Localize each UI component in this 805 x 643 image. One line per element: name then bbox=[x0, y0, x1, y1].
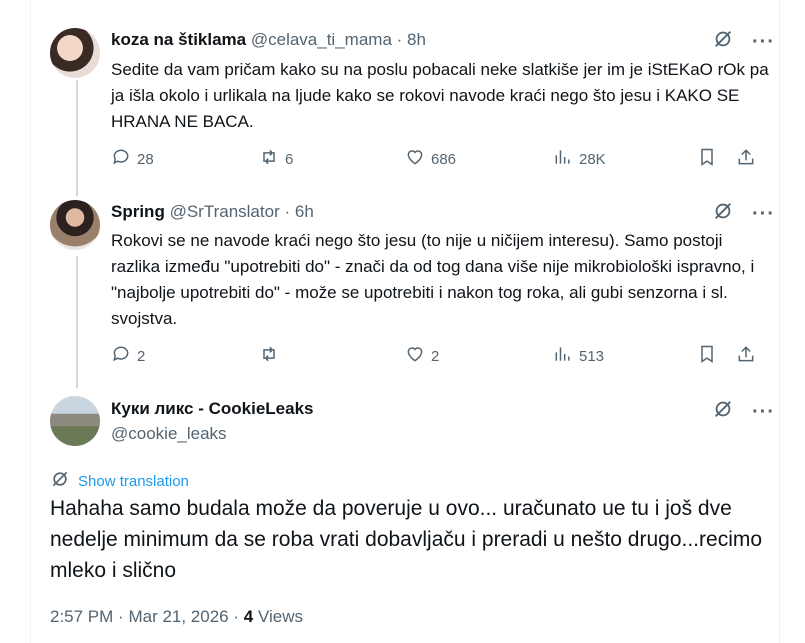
views-bars-icon bbox=[553, 344, 573, 368]
views-count: 513 bbox=[579, 347, 605, 365]
separator: · bbox=[118, 607, 124, 626]
views-button[interactable]: 513 bbox=[553, 344, 604, 368]
like-count: 686 bbox=[431, 150, 457, 168]
share-upload-icon bbox=[736, 344, 756, 368]
tweet-corner-actions: ··· bbox=[712, 200, 775, 227]
show-translation-link[interactable]: Show translation bbox=[50, 469, 189, 493]
show-translation-label: Show translation bbox=[78, 472, 189, 490]
reply-count: 2 bbox=[137, 347, 146, 365]
tweet-corner-actions: ··· bbox=[712, 28, 775, 55]
avatar[interactable] bbox=[50, 396, 100, 446]
user-handle[interactable]: @celava_ti_mama bbox=[251, 30, 392, 49]
separator: · bbox=[284, 202, 291, 221]
repost-arrows-icon bbox=[259, 147, 279, 171]
views-count: 28K bbox=[579, 150, 606, 168]
repost-button[interactable]: 6 bbox=[259, 147, 293, 171]
like-button[interactable]: 686 bbox=[405, 147, 456, 171]
share-button[interactable] bbox=[736, 147, 756, 171]
timestamp[interactable]: 8h bbox=[407, 30, 426, 49]
views-label: Views bbox=[257, 607, 304, 626]
separator: · bbox=[396, 30, 403, 49]
avatar[interactable] bbox=[50, 200, 100, 250]
translate-slash-icon bbox=[50, 469, 70, 493]
tweet-text: Rokovi se ne navode kraći nego što jesu … bbox=[111, 231, 755, 328]
like-button[interactable]: 2 bbox=[405, 344, 439, 368]
bookmark-icon bbox=[697, 147, 717, 171]
heart-icon bbox=[405, 344, 425, 368]
share-button[interactable] bbox=[736, 344, 756, 368]
views-button[interactable]: 28K bbox=[553, 147, 606, 171]
tweet-meta: 2:57 PM · Mar 21, 2026 · 4 Views bbox=[50, 607, 303, 627]
repost-button[interactable] bbox=[259, 344, 285, 368]
main-tweet-text: Hahaha samo budala može da poveruje u ov… bbox=[50, 497, 763, 582]
display-name[interactable]: Spring bbox=[111, 202, 165, 221]
more-dots-icon[interactable]: ··· bbox=[752, 402, 775, 422]
user-handle[interactable]: @SrTranslator bbox=[170, 202, 280, 221]
reply-button[interactable]: 2 bbox=[111, 344, 145, 368]
grok-slash-icon[interactable] bbox=[712, 398, 734, 425]
repost-arrows-icon bbox=[259, 344, 279, 368]
more-dots-icon[interactable]: ··· bbox=[752, 204, 775, 224]
bookmark-icon bbox=[697, 344, 717, 368]
timestamp[interactable]: 6h bbox=[295, 202, 314, 221]
tweet-header: Spring @SrTranslator · 6h bbox=[111, 202, 314, 222]
avatar[interactable] bbox=[50, 28, 100, 78]
tweet-actions: 28 6 686 28K bbox=[111, 147, 761, 169]
thread-line bbox=[76, 80, 78, 196]
bookmark-button[interactable] bbox=[697, 344, 717, 368]
reply-bubble-icon bbox=[111, 344, 131, 368]
display-name[interactable]: koza na štiklama bbox=[111, 30, 246, 49]
tweet-actions: 2 2 513 bbox=[111, 344, 761, 366]
views-bars-icon bbox=[553, 147, 573, 171]
tweet-text: Sedite da vam pričam kako su na poslu po… bbox=[111, 60, 769, 131]
reply-count: 28 bbox=[137, 150, 154, 168]
share-upload-icon bbox=[736, 147, 756, 171]
display-name[interactable]: Куки ликс - CookieLeaks bbox=[111, 399, 314, 419]
like-count: 2 bbox=[431, 347, 440, 365]
tweet-time[interactable]: 2:57 PM bbox=[50, 607, 113, 626]
tweet-date[interactable]: Mar 21, 2026 bbox=[128, 607, 228, 626]
bookmark-button[interactable] bbox=[697, 147, 717, 171]
views-count: 4 bbox=[243, 607, 254, 626]
tweet-header: koza na štiklama @celava_ti_mama · 8h bbox=[111, 30, 426, 50]
repost-count: 6 bbox=[285, 150, 294, 168]
reply-bubble-icon bbox=[111, 147, 131, 171]
grok-slash-icon[interactable] bbox=[712, 200, 734, 227]
thread-line bbox=[76, 256, 78, 388]
tweet-corner-actions: ··· bbox=[712, 398, 775, 425]
heart-icon bbox=[405, 147, 425, 171]
separator: · bbox=[233, 607, 240, 626]
user-handle[interactable]: @cookie_leaks bbox=[111, 424, 227, 444]
more-dots-icon[interactable]: ··· bbox=[752, 32, 775, 52]
reply-button[interactable]: 28 bbox=[111, 147, 154, 171]
grok-slash-icon[interactable] bbox=[712, 28, 734, 55]
